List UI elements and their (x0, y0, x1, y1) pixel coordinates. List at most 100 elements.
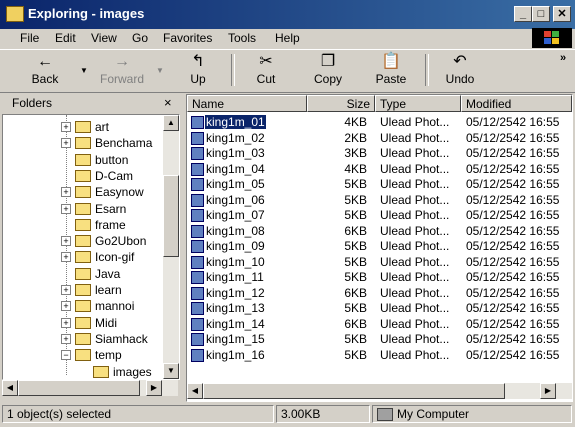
file-row[interactable]: king1m_15 5KB Ulead Phot... 05/12/2542 16:5… (187, 332, 572, 347)
folder-tree-item[interactable]: Java (3, 266, 163, 282)
folder-tree-item[interactable]: + learn (3, 282, 163, 298)
copy-label: Copy (313, 72, 342, 86)
folder-tree[interactable]: + art + Benchama button D-Cam + Easynow + Esarn fr… (2, 114, 180, 380)
menu-file[interactable]: File (20, 31, 39, 45)
folder-tree-item[interactable]: frame (3, 217, 163, 233)
file-size: 6KB (344, 316, 367, 331)
folder-tree-vertical-scrollbar[interactable]: ▲ ▼ (163, 115, 179, 379)
scroll-thumb[interactable] (18, 380, 140, 396)
folder-tree-item[interactable]: + Esarn (3, 201, 163, 217)
file-row[interactable]: king1m_07 5KB Ulead Phot... 05/12/2542 16:5… (187, 208, 572, 223)
file-row[interactable]: king1m_03 3KB Ulead Phot... 05/12/2542 16:5… (187, 146, 572, 161)
file-row[interactable]: king1m_09 5KB Ulead Phot... 05/12/2542 16:5… (187, 239, 572, 254)
paste-button[interactable]: 📋 Paste (370, 50, 412, 90)
expand-icon[interactable]: + (61, 301, 71, 312)
folder-icon (75, 349, 91, 362)
file-row[interactable]: king1m_08 6KB Ulead Phot... 05/12/2542 16:5… (187, 224, 572, 239)
expand-icon[interactable]: + (61, 333, 71, 344)
folder-tree-item[interactable]: + Icon-gif (3, 249, 163, 265)
scroll-left-icon[interactable]: ◀ (187, 383, 203, 399)
cut-button[interactable]: ✂ Cut (248, 50, 284, 90)
folder-tree-item[interactable]: + Siamhack (3, 331, 163, 347)
file-name: king1m_01 (204, 114, 267, 130)
file-name: king1m_04 (206, 161, 265, 176)
file-row[interactable]: king1m_05 5KB Ulead Phot... 05/12/2542 16:5… (187, 177, 572, 192)
expand-icon[interactable]: + (61, 122, 71, 132)
folder-tree-item[interactable]: D-Cam (3, 168, 163, 184)
forward-button[interactable]: → Forward (96, 50, 148, 90)
expand-icon[interactable]: + (61, 187, 71, 198)
file-row[interactable]: king1m_16 5KB Ulead Phot... 05/12/2542 16:5… (187, 348, 572, 363)
maximize-button[interactable]: □ (532, 6, 550, 22)
folder-tree-item[interactable]: + art (3, 119, 163, 135)
file-list[interactable]: Name Size Type Modified king1m_01 4KB Ulea… (186, 94, 573, 402)
menu-favorites[interactable]: Favorites (163, 31, 212, 45)
expand-icon[interactable]: + (61, 203, 71, 214)
folder-tree-item[interactable]: + Easynow (3, 184, 163, 200)
back-button[interactable]: ← Back (24, 50, 66, 90)
image-file-icon (191, 240, 204, 253)
toolbar-chevron-icon[interactable]: » (560, 52, 566, 64)
column-header-modified[interactable]: Modified (461, 95, 572, 112)
expand-icon[interactable]: + (61, 252, 71, 263)
scroll-thumb[interactable] (203, 383, 505, 399)
minimize-button[interactable]: _ (514, 6, 532, 22)
menu-edit[interactable]: Edit (55, 31, 76, 45)
column-header-name[interactable]: Name (187, 95, 307, 112)
file-size: 5KB (344, 177, 367, 191)
title-bar[interactable]: Exploring - images _ □ ✕ (0, 0, 575, 29)
expand-icon[interactable]: + (61, 138, 71, 149)
menu-tools[interactable]: Tools (228, 31, 256, 45)
scroll-up-icon[interactable]: ▲ (163, 115, 179, 131)
file-row[interactable]: king1m_12 6KB Ulead Phot... 05/12/2542 16:5… (187, 286, 572, 301)
file-row[interactable]: king1m_13 5KB Ulead Phot... 05/12/2542 16:5… (187, 301, 572, 316)
file-row[interactable]: king1m_11 5KB Ulead Phot... 05/12/2542 16:5… (187, 270, 572, 285)
close-button[interactable]: ✕ (553, 6, 571, 22)
scroll-right-icon[interactable]: ▶ (146, 380, 162, 396)
status-location: My Computer (372, 405, 572, 423)
file-row[interactable]: king1m_01 4KB Ulead Phot... 05/12/2542 16:5… (187, 114, 572, 130)
explorer-folder-icon[interactable] (6, 6, 24, 22)
folder-tree-item[interactable]: − temp (3, 347, 163, 363)
file-row[interactable]: king1m_04 4KB Ulead Phot... 05/12/2542 16:5… (187, 162, 572, 177)
forward-dropdown-icon[interactable]: ▼ (156, 66, 164, 75)
file-row[interactable]: king1m_02 2KB Ulead Phot... 05/12/2542 16:5… (187, 131, 572, 146)
up-button[interactable]: ↰ Up (180, 50, 216, 90)
folder-tree-horizontal-scrollbar[interactable]: ◀ ▶ (2, 380, 178, 396)
expand-icon[interactable]: + (61, 317, 71, 328)
menu-help[interactable]: Help (275, 31, 300, 45)
folder-tree-item[interactable]: + Go2Ubon (3, 233, 163, 249)
file-row[interactable]: king1m_06 5KB Ulead Phot... 05/12/2542 16:5… (187, 193, 572, 208)
copy-button[interactable]: ❐ Copy (308, 50, 348, 90)
back-dropdown-icon[interactable]: ▼ (80, 66, 88, 75)
column-header-size[interactable]: Size (307, 95, 375, 112)
folder-tree-item[interactable]: button (3, 152, 163, 168)
close-folders-button[interactable]: × (164, 95, 172, 110)
folder-tree-item-label: learn (95, 283, 122, 297)
file-row[interactable]: king1m_14 6KB Ulead Phot... 05/12/2542 16:5… (187, 317, 572, 332)
expand-icon[interactable]: + (61, 236, 71, 247)
folder-tree-item[interactable]: + mannoi (3, 298, 163, 314)
column-header-type[interactable]: Type (375, 95, 461, 112)
menu-view[interactable]: View (91, 31, 117, 45)
image-file-icon (191, 131, 204, 145)
file-modified: 05/12/2542 16:55 (466, 285, 560, 300)
folder-icon (75, 251, 91, 264)
expand-icon[interactable]: + (61, 285, 71, 295)
file-list-horizontal-scrollbar[interactable]: ◀ ▶ (187, 383, 572, 399)
file-modified: 05/12/2542 16:55 (466, 316, 560, 331)
menu-go[interactable]: Go (132, 31, 148, 45)
scroll-right-icon[interactable]: ▶ (540, 383, 556, 399)
window-title: Exploring - images (28, 6, 145, 21)
scroll-down-icon[interactable]: ▼ (163, 363, 179, 379)
scroll-thumb[interactable] (163, 175, 179, 257)
file-size: 5KB (344, 332, 367, 346)
folder-tree-item[interactable]: + Benchama (3, 135, 163, 151)
scroll-left-icon[interactable]: ◀ (2, 380, 18, 396)
folder-tree-item[interactable]: + Midi (3, 315, 163, 331)
undo-button[interactable]: ↶ Undo (440, 50, 480, 90)
folder-tree-item[interactable]: images (3, 364, 163, 380)
image-file-icon (191, 286, 204, 300)
file-row[interactable]: king1m_10 5KB Ulead Phot... 05/12/2542 16:5… (187, 255, 572, 270)
collapse-icon[interactable]: − (61, 350, 71, 361)
